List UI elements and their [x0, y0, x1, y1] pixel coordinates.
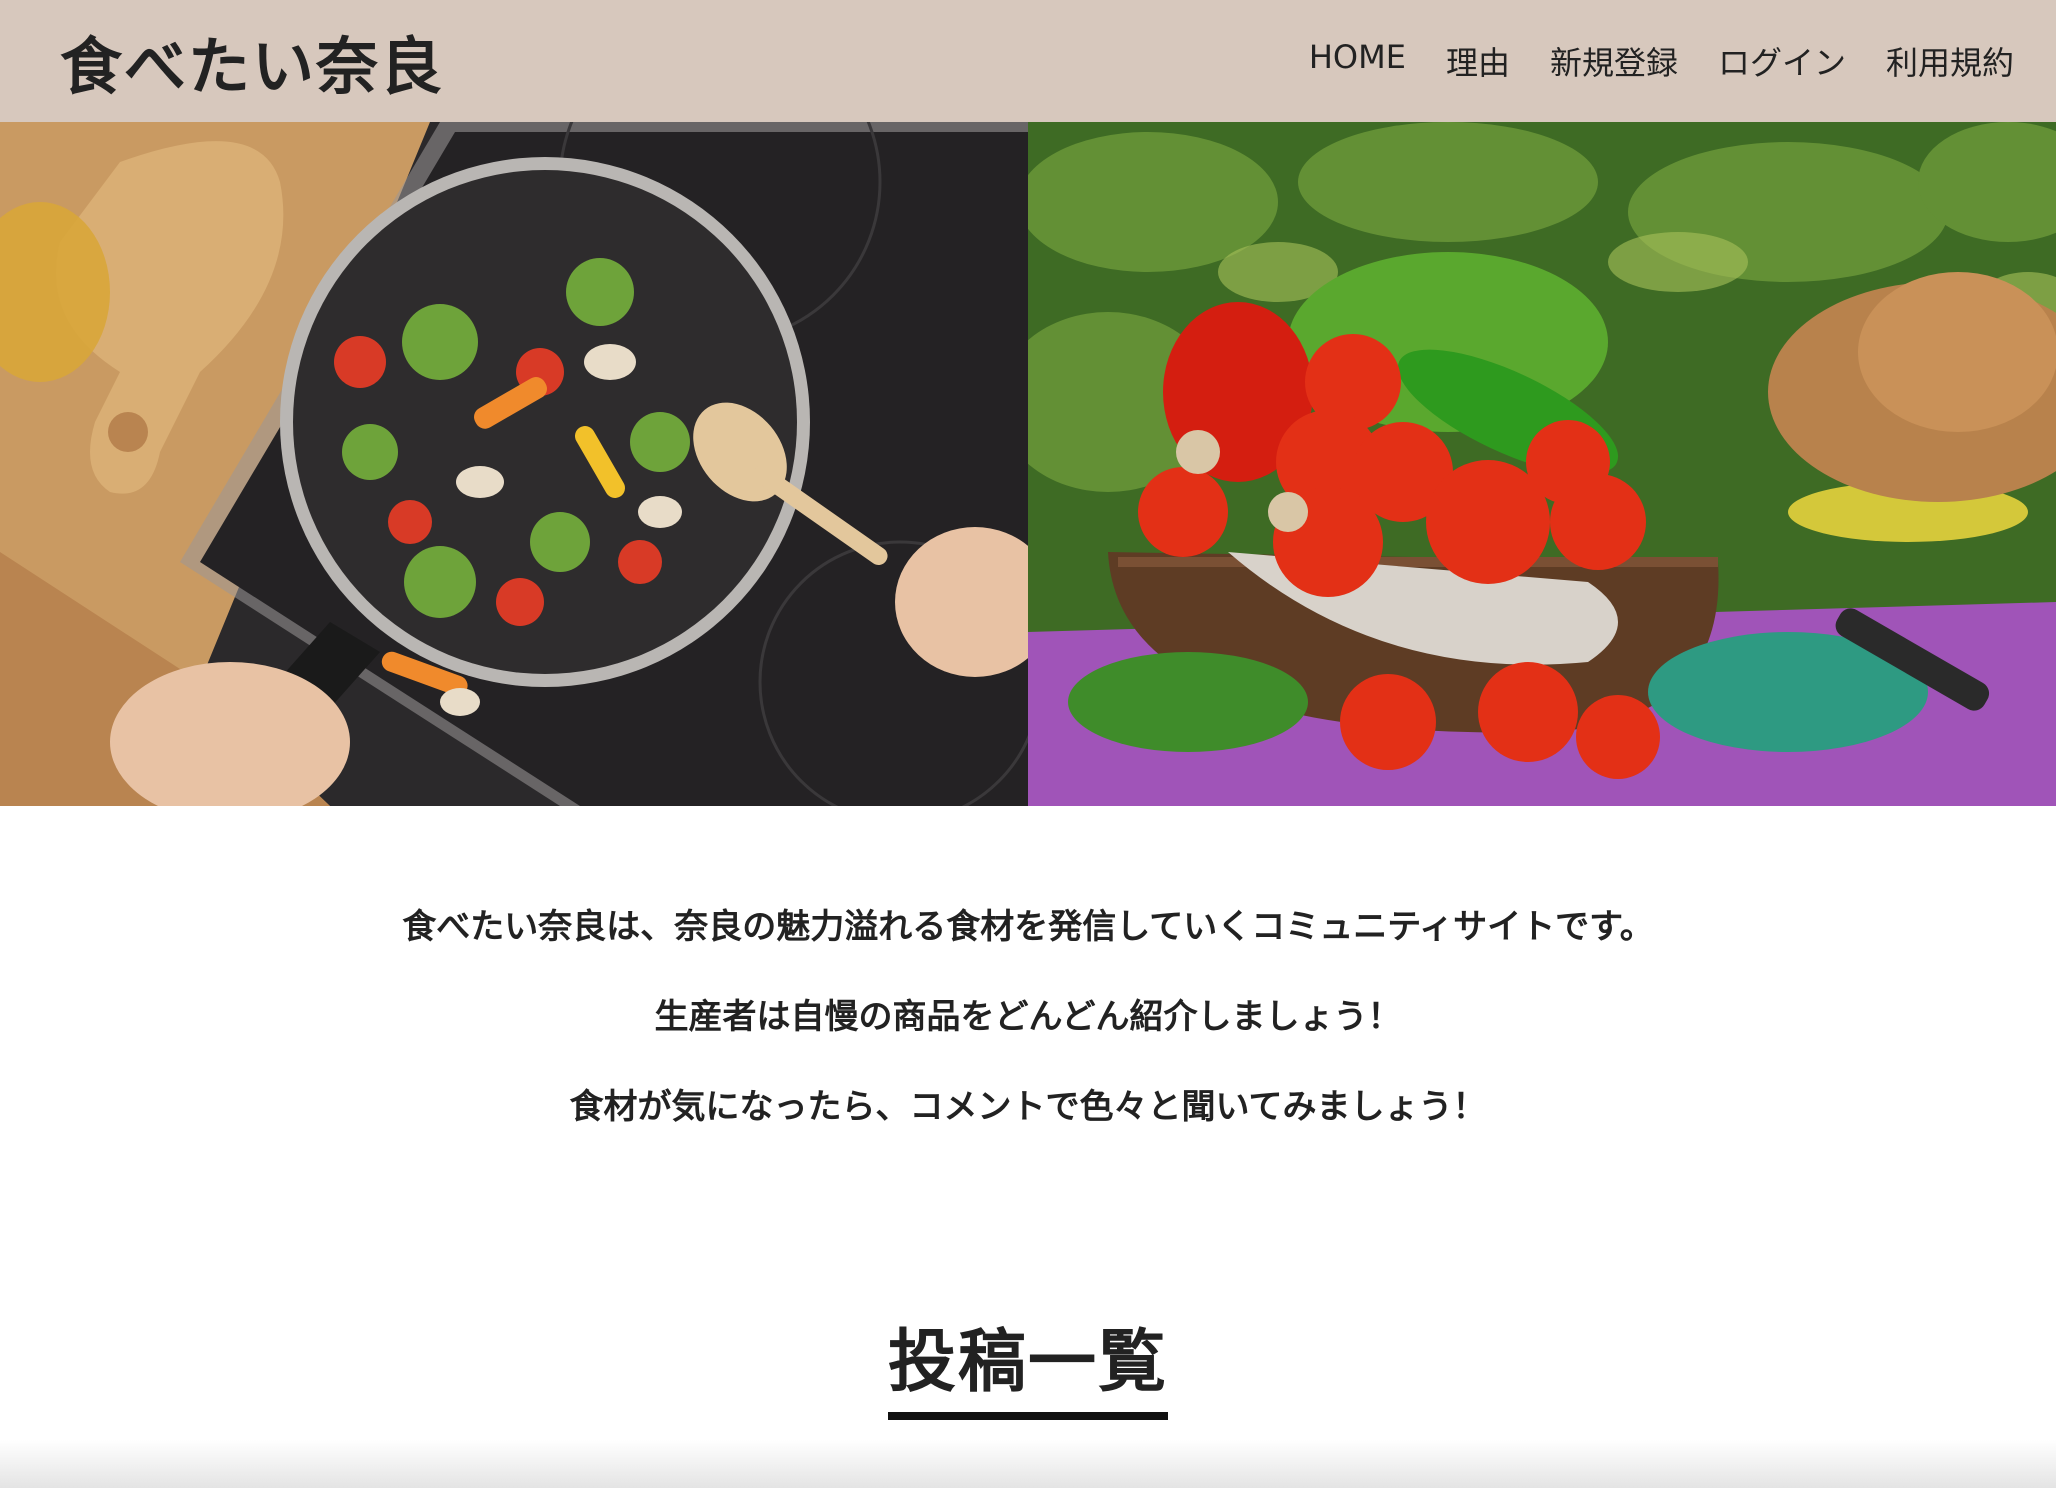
intro-text: 食べたい奈良は、奈良の魅力溢れる食材を発信していくコミュニティサイトです。 生産…	[0, 906, 2056, 1176]
main-nav: HOME 理由 新規登録 ログイン 利用規約	[1309, 38, 2014, 84]
nav-reason-link[interactable]: 理由	[1446, 38, 1510, 84]
hero-image-garden	[1028, 122, 2056, 806]
nav-terms-link[interactable]: 利用規約	[1886, 38, 2014, 84]
nav-login-link[interactable]: ログイン	[1718, 38, 1846, 84]
site-title-link[interactable]: 食べたい奈良	[60, 16, 444, 106]
intro-line-1: 食べたい奈良は、奈良の魅力溢れる食材を発信していくコミュニティサイトです。	[402, 907, 1654, 947]
hero-images	[0, 122, 2056, 806]
intro-line-3: 食材が気になったら、コメントで色々と聞いてみましょう！	[569, 1087, 1487, 1127]
site-header: 食べたい奈良 HOME 理由 新規登録 ログイン 利用規約	[0, 0, 2056, 122]
bottom-shadow-divider	[0, 1440, 2056, 1488]
hero-image-cooking	[0, 122, 1028, 806]
posts-section-title: 投稿一覧	[887, 1320, 1168, 1420]
posts-section: 投稿一覧	[0, 1320, 2056, 1420]
nav-signup-link[interactable]: 新規登録	[1550, 38, 1678, 84]
intro-line-2: 生産者は自慢の商品をどんどん紹介しましょう！	[654, 997, 1402, 1037]
nav-home-link[interactable]: HOME	[1309, 38, 1406, 84]
